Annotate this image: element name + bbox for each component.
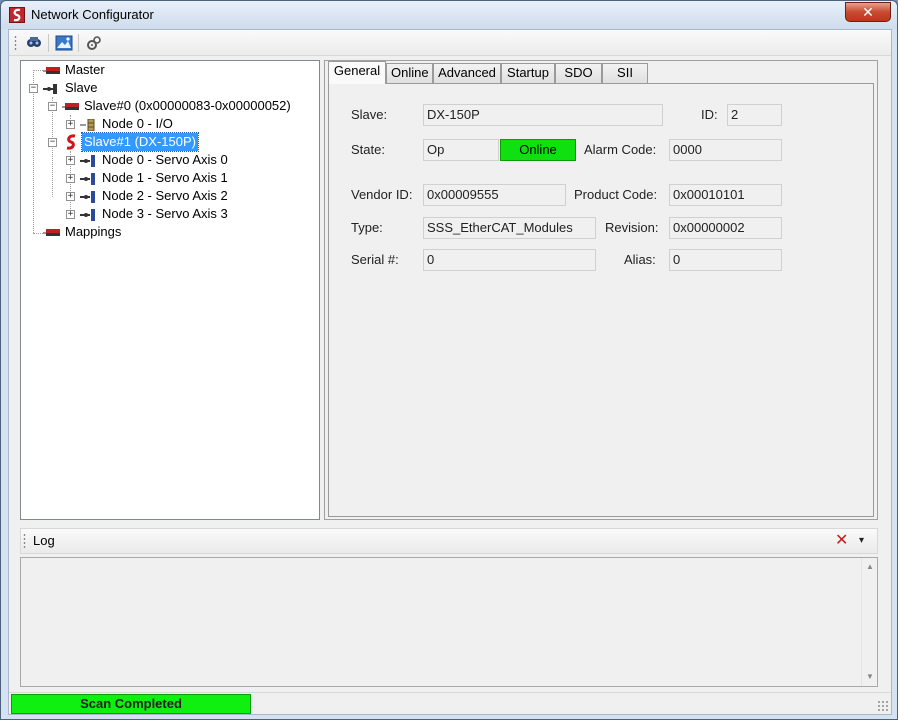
scan-progress-bar: Scan Completed (11, 694, 251, 714)
state-label: State: (351, 142, 385, 157)
tree-label-servo-axis: Node 2 - Servo Axis 2 (102, 188, 228, 203)
status-bar: Scan Completed (9, 692, 891, 714)
tab-startup[interactable]: Startup (501, 63, 555, 83)
slave-device-icon (62, 100, 80, 112)
window-close-button[interactable]: ✕ (845, 2, 891, 22)
tree-item-master[interactable]: Master (21, 61, 319, 79)
vendor-id-label: Vendor ID: (351, 187, 413, 202)
tab-advanced[interactable]: Advanced (433, 63, 501, 83)
servo-axis-icon (80, 208, 98, 221)
client-area: Master − Slave − Slave#0 (0x00000083-0x0… (8, 29, 892, 715)
general-form: Slave: DX-150P ID: 2 State: Op Online Al… (329, 84, 873, 516)
revision-label: Revision: (605, 220, 659, 235)
scroll-up-icon[interactable]: ▲ (866, 562, 874, 571)
alias-field[interactable]: 0 (669, 249, 782, 271)
tab-sdo[interactable]: SDO (555, 63, 602, 83)
tree-label-mappings: Mappings (65, 224, 122, 239)
title-bar[interactable]: Network Configurator ✕ (1, 1, 897, 29)
general-tab-content: Slave: DX-150P ID: 2 State: Op Online Al… (328, 83, 874, 517)
tree-item-servo-axis-0[interactable]: + Node 0 - Servo Axis 0 (21, 151, 319, 169)
tree-label-slave1: Slave#1 (DX-150P) (81, 132, 199, 152)
window-title: Network Configurator (31, 7, 154, 22)
tree-label-slave0-node0: Node 0 - I/O (102, 116, 173, 131)
tree-label-slave: Slave (65, 80, 98, 95)
tree-item-mappings[interactable]: Mappings (21, 223, 319, 241)
collapse-icon[interactable]: − (29, 84, 38, 93)
tree-item-slave1[interactable]: − Slave#1 (DX-150P) (21, 132, 319, 152)
master-icon (43, 64, 61, 76)
tree-label-servo-axis: Node 3 - Servo Axis 3 (102, 206, 228, 221)
serial-label: Serial #: (351, 252, 399, 267)
network-tree[interactable]: Master − Slave − Slave#0 (0x00000083-0x0… (20, 60, 320, 520)
product-code-label: Product Code: (574, 187, 658, 202)
expand-icon[interactable]: + (66, 174, 75, 183)
clear-log-icon[interactable]: ✕ (835, 533, 848, 549)
vendor-id-field[interactable]: 0x00009555 (423, 184, 566, 206)
tree-item-servo-axis-1[interactable]: + Node 1 - Servo Axis 1 (21, 169, 319, 187)
log-header: Log ✕ ▾ (20, 528, 878, 554)
expand-icon[interactable]: + (66, 210, 75, 219)
toolbar-grip[interactable] (14, 35, 17, 51)
log-output[interactable]: ▲ ▼ (20, 557, 878, 687)
slave-name-field[interactable]: DX-150P (423, 104, 663, 126)
product-code-field[interactable]: 0x00010101 (669, 184, 782, 206)
tree-label-slave0: Slave#0 (0x00000083-0x00000052) (84, 98, 291, 113)
image-icon[interactable] (55, 34, 73, 52)
tree-label-master: Master (65, 62, 105, 77)
details-panel: General Online Advanced Startup SDO SII … (324, 60, 878, 520)
log-scrollbar[interactable]: ▲ ▼ (861, 558, 877, 686)
resize-grip-icon[interactable] (877, 700, 889, 712)
toolbar (9, 30, 891, 56)
app-window: Network Configurator ✕ Master − Slave − … (0, 0, 898, 720)
slave-group-icon (43, 82, 61, 94)
tree-label-servo-axis: Node 1 - Servo Axis 1 (102, 170, 228, 185)
slave-name-label: Slave: (351, 107, 388, 122)
alarm-code-label: Alarm Code: (584, 142, 657, 157)
expand-icon[interactable]: + (66, 192, 75, 201)
log-grip[interactable] (23, 533, 26, 549)
tree-item-servo-axis-3[interactable]: + Node 3 - Servo Axis 3 (21, 205, 319, 223)
tab-general[interactable]: General (328, 61, 386, 84)
tree-item-servo-axis-2[interactable]: + Node 2 - Servo Axis 2 (21, 187, 319, 205)
log-menu-icon[interactable]: ▾ (859, 534, 864, 548)
collapse-icon[interactable]: − (48, 138, 57, 147)
log-title: Log (33, 533, 55, 548)
io-module-icon (80, 118, 98, 132)
id-field[interactable]: 2 (727, 104, 782, 126)
servo-drive-icon (62, 134, 80, 150)
tree-item-slave0[interactable]: − Slave#0 (0x00000083-0x00000052) (21, 97, 319, 115)
serial-field[interactable]: 0 (423, 249, 596, 271)
state-field[interactable]: Op (423, 139, 499, 161)
toolbar-separator (48, 34, 49, 52)
toolbar-separator (78, 34, 79, 52)
online-status-badge: Online (500, 139, 576, 161)
tree-item-slave[interactable]: − Slave (21, 79, 319, 97)
configure-icon[interactable] (85, 34, 103, 52)
tab-sii[interactable]: SII (602, 63, 648, 83)
type-field[interactable]: SSS_EtherCAT_Modules (423, 217, 596, 239)
mappings-icon (43, 226, 61, 238)
revision-field[interactable]: 0x00000002 (669, 217, 782, 239)
tab-online[interactable]: Online (386, 63, 433, 83)
scroll-down-icon[interactable]: ▼ (866, 672, 874, 681)
collapse-icon[interactable]: − (48, 102, 57, 111)
servo-axis-icon (80, 172, 98, 185)
tree-label-servo-axis: Node 0 - Servo Axis 0 (102, 152, 228, 167)
id-label: ID: (701, 107, 718, 122)
alias-label: Alias: (624, 252, 656, 267)
tree-item-slave0-node0[interactable]: + Node 0 - I/O (21, 115, 319, 133)
type-label: Type: (351, 220, 383, 235)
servo-axis-icon (80, 154, 98, 167)
servo-axis-icon (80, 190, 98, 203)
expand-icon[interactable]: + (66, 120, 75, 129)
scan-icon[interactable] (25, 34, 43, 52)
expand-icon[interactable]: + (66, 156, 75, 165)
app-logo-icon (9, 7, 25, 23)
alarm-code-field[interactable]: 0000 (669, 139, 782, 161)
